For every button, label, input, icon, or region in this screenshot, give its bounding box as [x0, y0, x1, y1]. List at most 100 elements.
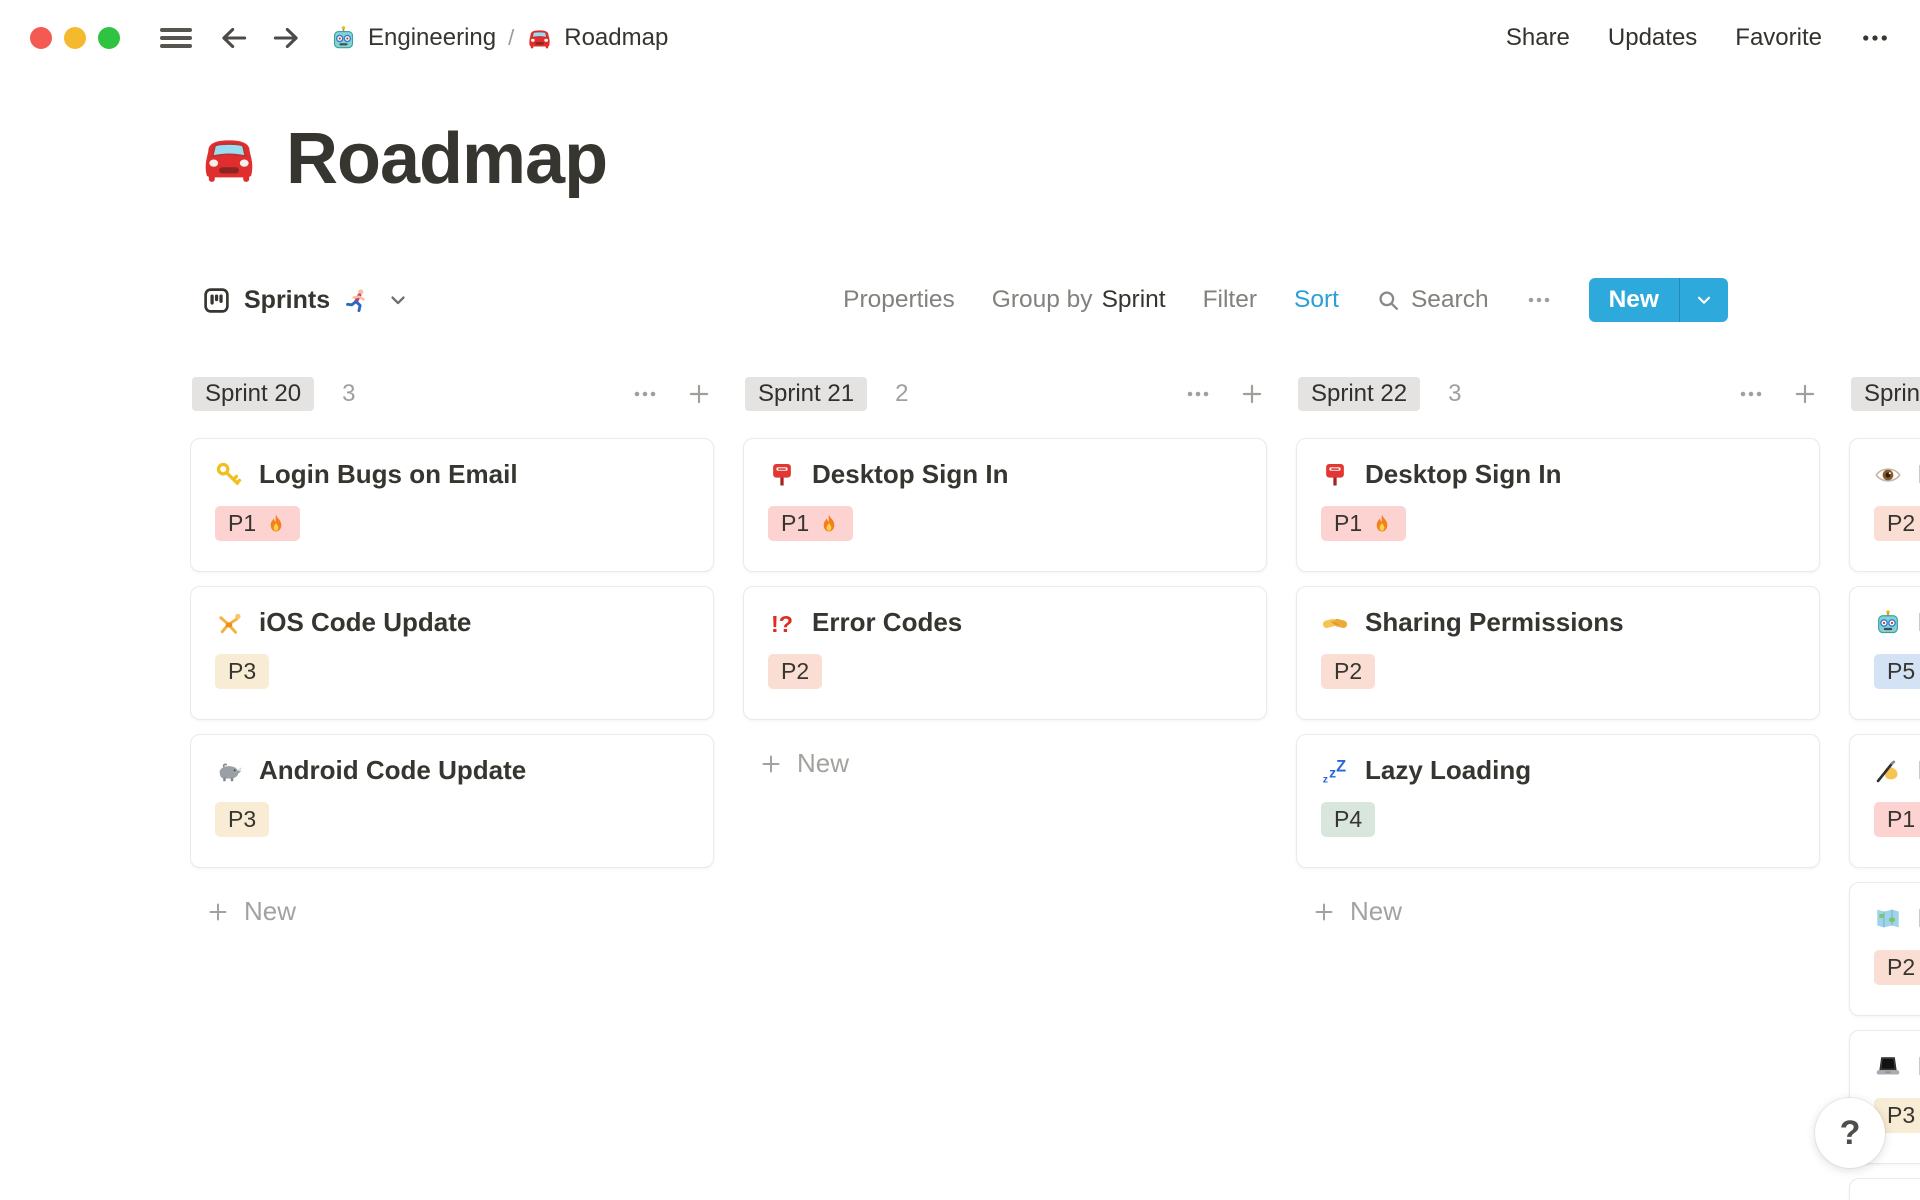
priority-badge: P1 — [1874, 802, 1920, 837]
column-header: Sprint 22 3 — [1296, 376, 1820, 412]
column-add-icon[interactable] — [686, 381, 712, 407]
card-clipped-4[interactable]: R P2 — [1849, 882, 1920, 1016]
world-map-icon — [1874, 905, 1902, 933]
column-header: Sprin — [1849, 376, 1920, 412]
card-title: Android Code Update — [259, 755, 527, 785]
favorite-button[interactable]: Favorite — [1735, 24, 1822, 52]
column-sprint-22: Sprint 22 3 Desktop Sign In P1 Sharing P… — [1296, 376, 1820, 1200]
card-sharing-permissions[interactable]: Sharing Permissions P2 — [1296, 586, 1820, 720]
fire-icon — [1371, 513, 1393, 535]
handshake-icon — [1321, 609, 1349, 637]
interrobang-icon — [768, 609, 796, 637]
plus-icon — [759, 752, 783, 776]
zoom-window-button[interactable] — [98, 27, 120, 49]
add-card-label: New — [244, 896, 297, 926]
traffic-lights — [30, 27, 120, 49]
priority-badge: P2 — [1874, 506, 1920, 541]
group-by-button[interactable]: Group by Sprint — [992, 286, 1166, 314]
share-button[interactable]: Share — [1506, 24, 1570, 52]
kanban-board: Sprint 20 3 Login Bugs on Email P1 iOS C… — [190, 376, 1920, 1200]
new-button-dropdown[interactable] — [1680, 278, 1728, 322]
priority-badge: P3 — [215, 802, 270, 837]
car-icon — [526, 25, 553, 52]
forward-arrow-icon[interactable] — [270, 22, 302, 54]
card-desktop-sign-in[interactable]: Desktop Sign In P1 — [743, 438, 1267, 572]
card-clipped-6[interactable] — [1849, 1178, 1920, 1200]
priority-badge: P2 — [1874, 950, 1920, 985]
topbar-actions: Share Updates Favorite — [1506, 23, 1890, 53]
minimize-window-button[interactable] — [64, 27, 86, 49]
history-nav — [218, 22, 302, 54]
search-icon — [1376, 288, 1401, 313]
card-title: Lazy Loading — [1365, 755, 1532, 785]
column-options-icon[interactable] — [1738, 381, 1764, 407]
add-card-button[interactable]: New — [190, 896, 714, 927]
more-options-icon[interactable] — [1860, 23, 1890, 53]
priority-badge: P1 — [215, 506, 301, 541]
card-title: Desktop Sign In — [812, 459, 1009, 489]
card-clipped-1[interactable]: M P2 — [1849, 438, 1920, 572]
priority-badge: P5 — [1874, 654, 1920, 689]
card-lazy-loading[interactable]: Lazy Loading P4 — [1296, 734, 1820, 868]
card-clipped-2[interactable]: In P5 — [1849, 586, 1920, 720]
column-count: 3 — [1448, 380, 1462, 407]
chevron-down-icon[interactable] — [387, 289, 409, 311]
view-toolbar: Sprints Properties Group by Sprint Filte… — [190, 272, 1728, 328]
runner-icon — [343, 287, 370, 314]
priority-badge: P2 — [768, 654, 823, 689]
updates-button[interactable]: Updates — [1608, 24, 1697, 52]
search-button[interactable]: Search — [1376, 286, 1489, 314]
priority-badge: P2 — [1321, 654, 1376, 689]
column-add-icon[interactable] — [1239, 381, 1265, 407]
column-options-icon[interactable] — [1185, 381, 1211, 407]
column-name-badge[interactable]: Sprint 20 — [192, 377, 315, 411]
card-ios-code-update[interactable]: iOS Code Update P3 — [190, 586, 714, 720]
sort-button[interactable]: Sort — [1294, 286, 1339, 314]
card-clipped-3[interactable]: R P1 — [1849, 734, 1920, 868]
eye-icon — [1874, 461, 1902, 489]
back-arrow-icon[interactable] — [218, 22, 250, 54]
view-tab-sprints[interactable]: Sprints — [202, 286, 409, 315]
properties-button[interactable]: Properties — [843, 286, 955, 314]
card-login-bugs-on-email[interactable]: Login Bugs on Email P1 — [190, 438, 714, 572]
board-toolbar: Properties Group by Sprint Filter Sort S… — [843, 278, 1728, 322]
plus-icon — [1312, 900, 1336, 924]
view-options-icon[interactable] — [1526, 287, 1552, 313]
breadcrumb: Engineering / Roadmap — [330, 24, 668, 52]
robot-icon — [330, 25, 357, 52]
column-sprint-23-clipped: Sprin M P2 In P5 R P1 R — [1849, 376, 1920, 1200]
add-card-button[interactable]: New — [1296, 896, 1820, 927]
view-tab-label: Sprints — [244, 285, 331, 314]
card-error-codes[interactable]: Error Codes P2 — [743, 586, 1267, 720]
add-card-label: New — [1350, 896, 1403, 926]
card-android-code-update[interactable]: Android Code Update P3 — [190, 734, 714, 868]
column-sprint-20: Sprint 20 3 Login Bugs on Email P1 iOS C… — [190, 376, 714, 1200]
new-button[interactable]: New — [1589, 278, 1679, 322]
breadcrumb-item-roadmap[interactable]: Roadmap — [526, 24, 668, 52]
column-options-icon[interactable] — [632, 381, 658, 407]
sidebar-toggle-icon[interactable] — [160, 26, 192, 50]
fire-icon — [265, 513, 287, 535]
column-add-icon[interactable] — [1792, 381, 1818, 407]
column-name-badge[interactable]: Sprin — [1851, 377, 1920, 411]
priority-badge: P3 — [215, 654, 270, 689]
card-desktop-sign-in[interactable]: Desktop Sign In P1 — [1296, 438, 1820, 572]
filter-button[interactable]: Filter — [1203, 286, 1257, 314]
car-icon[interactable] — [198, 128, 260, 190]
writing-hand-icon — [1874, 757, 1902, 785]
column-name-badge[interactable]: Sprint 22 — [1298, 377, 1421, 411]
window-topbar: Engineering / Roadmap Share Updates Favo… — [0, 0, 1920, 76]
plus-icon — [206, 900, 230, 924]
help-button[interactable]: ? — [1815, 1098, 1885, 1168]
breadcrumb-separator: / — [508, 25, 515, 50]
column-sprint-21: Sprint 21 2 Desktop Sign In P1 Error Cod… — [743, 376, 1267, 1200]
add-card-button[interactable]: New — [743, 748, 1267, 779]
breadcrumb-item-engineering[interactable]: Engineering — [330, 24, 496, 52]
group-by-prefix: Group by — [991, 286, 1093, 313]
new-button-group: New — [1588, 278, 1728, 322]
breadcrumb-label: Roadmap — [564, 24, 669, 51]
close-window-button[interactable] — [30, 27, 52, 49]
column-count: 2 — [895, 380, 909, 407]
card-title: Error Codes — [812, 607, 963, 637]
column-name-badge[interactable]: Sprint 21 — [745, 377, 868, 411]
